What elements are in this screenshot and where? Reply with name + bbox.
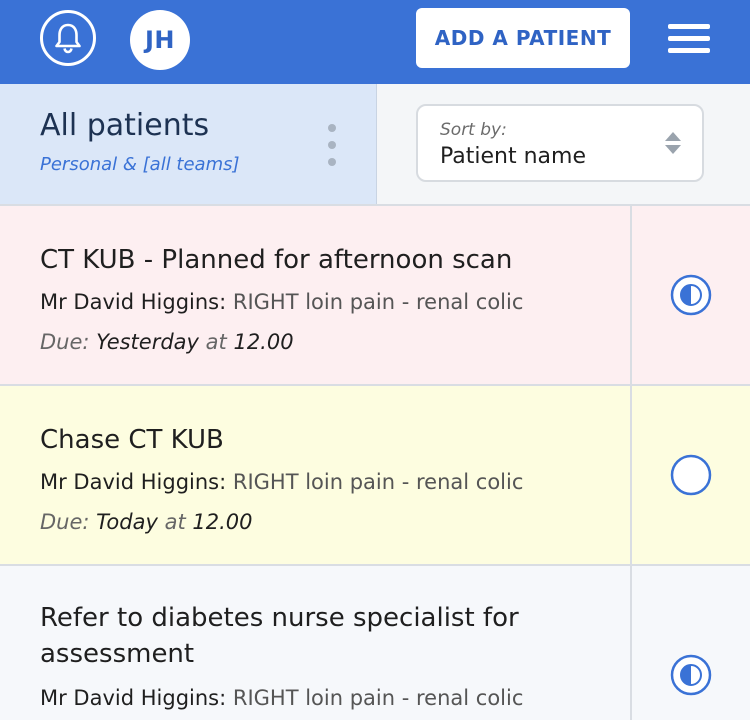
due-at: at [205, 330, 227, 354]
due-day: Yesterday [96, 330, 199, 354]
task-due: Due: Yesterday at 12.00 [40, 330, 294, 354]
due-time: 12.00 [192, 510, 253, 534]
patient-name: Mr David Higgins: [40, 686, 227, 710]
task-row[interactable]: Chase CT KUB Mr David Higgins: RIGHT loi… [0, 384, 750, 566]
avatar[interactable]: JH [130, 10, 190, 70]
task-title: Chase CT KUB [40, 425, 224, 455]
team-filter-subtitle[interactable]: Personal & [all teams] [40, 154, 240, 175]
top-bar: JH ADD A PATIENT [0, 0, 750, 84]
patient-condition: RIGHT loin pain - renal colic [232, 686, 524, 710]
task-due: Due: Today at 12.00 [40, 510, 253, 534]
task-patient: Mr David Higgins: RIGHT loin pain - rena… [40, 686, 523, 710]
row-divider [630, 386, 632, 566]
sort-value: Patient name [440, 144, 586, 169]
notifications-button[interactable] [40, 10, 96, 66]
task-patient: Mr David Higgins: RIGHT loin pain - rena… [40, 290, 523, 314]
due-at: at [164, 510, 186, 534]
task-row[interactable]: Refer to diabetes nurse specialist for a… [0, 564, 750, 720]
patient-list-header: All patients Personal & [all teams] [0, 84, 377, 204]
task-title: CT KUB - Planned for afternoon scan [40, 245, 513, 275]
hamburger-menu-icon[interactable] [668, 24, 710, 54]
due-time: 12.00 [233, 330, 294, 354]
bell-icon [55, 23, 81, 54]
patient-name: Mr David Higgins: [40, 470, 227, 494]
sort-arrows-icon [665, 132, 681, 154]
page-title: All patients [40, 108, 210, 143]
due-day: Today [96, 510, 158, 534]
patient-condition: RIGHT loin pain - renal colic [232, 290, 524, 314]
due-label: Due: [40, 510, 90, 534]
sort-label: Sort by: [440, 120, 507, 140]
patient-name: Mr David Higgins: [40, 290, 227, 314]
row-divider [630, 566, 632, 720]
sort-select[interactable]: Sort by: Patient name [416, 104, 704, 182]
patient-condition: RIGHT loin pain - renal colic [232, 470, 524, 494]
due-label: Due: [40, 330, 90, 354]
task-row[interactable]: CT KUB - Planned for afternoon scan Mr D… [0, 204, 750, 386]
status-half-icon[interactable] [670, 654, 712, 696]
add-patient-button[interactable]: ADD A PATIENT [416, 8, 630, 68]
status-half-icon[interactable] [670, 274, 712, 316]
more-options-icon[interactable] [326, 124, 338, 168]
status-empty-icon[interactable] [670, 454, 712, 496]
row-divider [630, 206, 632, 386]
task-title: Refer to diabetes nurse specialist for a… [40, 603, 519, 669]
task-patient: Mr David Higgins: RIGHT loin pain - rena… [40, 470, 523, 494]
sort-panel: Sort by: Patient name [377, 84, 750, 204]
